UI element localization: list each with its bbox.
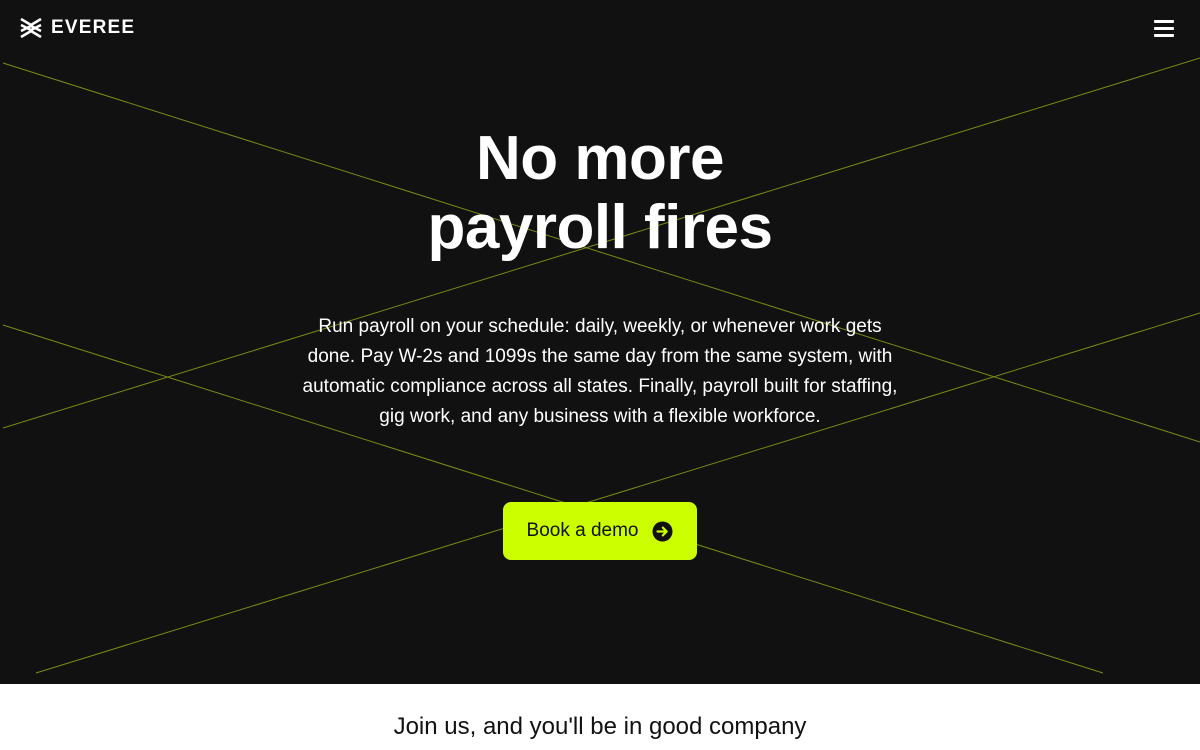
- top-navigation: EVEREE: [0, 0, 1200, 58]
- hero-subtext: Run payroll on your schedule: daily, wee…: [302, 316, 898, 427]
- book-demo-button[interactable]: Book a demo: [503, 502, 697, 560]
- headline-line-1: No more: [476, 124, 724, 193]
- logo-text: EVEREE: [51, 17, 136, 38]
- arrow-right-circle-icon: [652, 521, 673, 541]
- hero-headline: No more payroll fires: [0, 124, 1200, 262]
- hamburger-menu-icon[interactable]: [1154, 20, 1174, 38]
- headline-line-2: payroll fires: [427, 193, 773, 262]
- logo-link[interactable]: EVEREE: [20, 18, 135, 38]
- book-demo-label: Book a demo: [526, 520, 639, 541]
- everee-logo-icon: [20, 18, 42, 38]
- company-section-title: Join us, and you'll be in good company: [393, 713, 807, 740]
- hero-section: EVEREE No more payroll fires Run payroll…: [0, 0, 1200, 684]
